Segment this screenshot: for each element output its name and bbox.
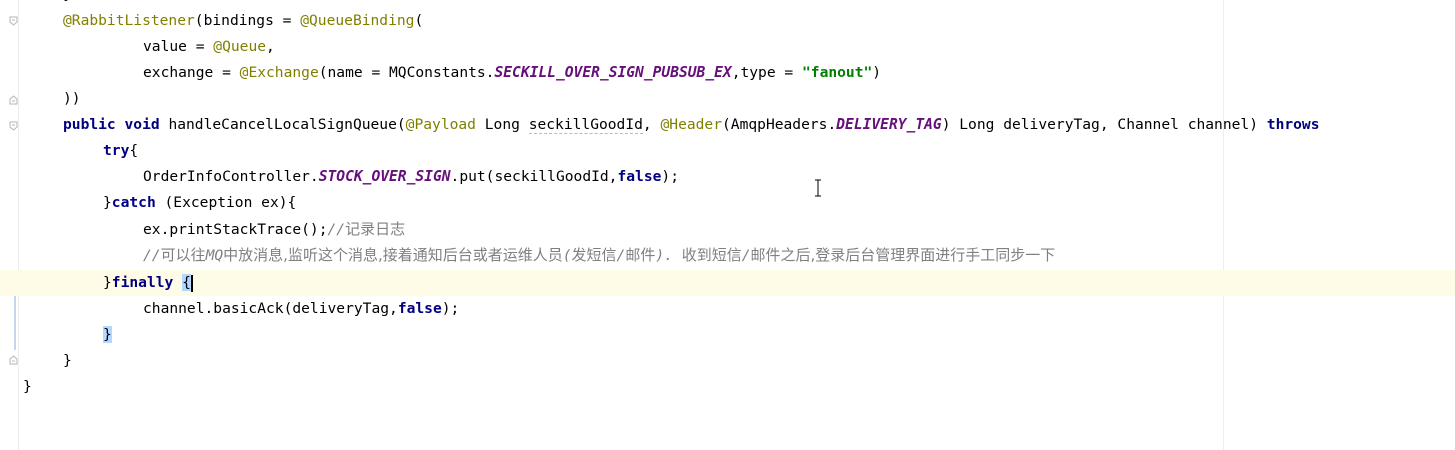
code-token: catch — [111, 194, 165, 211]
code-token: ( — [414, 12, 424, 29]
text-cursor-ibeam-icon — [815, 179, 821, 197]
code-token: try — [103, 142, 130, 159]
code-line-content: @RabbitListener(bindings = @QueueBinding… — [63, 8, 423, 34]
code-token: channel.basicAck(deliveryTag, — [143, 300, 398, 317]
code-token: 发短信 — [571, 246, 617, 264]
code-token: exchange = — [143, 64, 240, 81]
code-line[interactable]: //可以往MQ中放消息,监听这个消息,接着通知后台或者运维人员(发短信/邮件).… — [0, 242, 1455, 268]
code-line[interactable]: public void handleCancelLocalSignQueue(@… — [0, 112, 1455, 138]
code-line-content: value = @Queue, — [143, 34, 275, 60]
code-line[interactable]: try{ — [0, 138, 1455, 164]
code-token: false — [397, 300, 442, 317]
code-line[interactable]: }finally { — [0, 270, 1455, 296]
code-token: ) Long deliveryTag, Channel channel) — [941, 116, 1267, 133]
code-token: seckillGoodId — [528, 116, 643, 134]
code-token: 可以往 — [160, 246, 206, 264]
code-line-content: }finally { — [103, 270, 193, 296]
code-line-content: } — [63, 0, 72, 8]
code-line-content: } — [63, 348, 72, 374]
code-token: ,type = — [731, 64, 802, 81]
code-token: false — [617, 168, 662, 185]
code-line[interactable]: OrderInfoController.STOCK_OVER_SIGN.put(… — [0, 164, 1455, 190]
code-line[interactable]: ex.printStackTrace();//记录日志 — [0, 216, 1455, 242]
code-token: @QueueBinding — [300, 12, 415, 29]
code-token: ); — [441, 300, 460, 317]
code-token: , — [266, 38, 275, 55]
code-token: (bindings = — [194, 12, 301, 29]
code-line[interactable]: exchange = @Exchange(name = MQConstants.… — [0, 60, 1455, 86]
code-token: MQ — [205, 247, 224, 264]
code-token: 收到短信 — [681, 246, 742, 264]
code-line-content: OrderInfoController.STOCK_OVER_SIGN.put(… — [143, 164, 679, 190]
code-token: DELIVERY_TAG — [836, 116, 942, 133]
code-token: ); — [661, 168, 679, 185]
code-token: throws — [1266, 116, 1320, 133]
code-token: { — [129, 142, 139, 159]
code-token: STOCK_OVER_SIGN — [318, 168, 451, 185]
code-line[interactable]: } — [0, 348, 1455, 374]
code-token: (Exception ex){ — [164, 194, 297, 211]
code-line-content: exchange = @Exchange(name = MQConstants.… — [143, 60, 881, 86]
code-token: handleCancelLocalSignQueue( — [168, 116, 406, 133]
code-line-content: ex.printStackTrace();//记录日志 — [143, 216, 405, 243]
code-line-content: } — [103, 322, 112, 348]
code-token: public void — [63, 116, 169, 133]
code-token: } — [103, 274, 112, 291]
code-line-content: } — [23, 374, 32, 400]
code-token: Long — [475, 116, 529, 133]
code-token: 邮件之后,登录后台管理界面进行手工同步一下 — [750, 246, 1056, 264]
code-token: // — [143, 247, 161, 264]
code-token: } — [23, 378, 32, 395]
code-line[interactable]: )) — [0, 86, 1455, 112]
code-line[interactable]: } — [0, 322, 1455, 348]
code-line[interactable]: } — [0, 0, 1455, 8]
code-token: @Payload — [405, 116, 476, 133]
code-token: @Header — [660, 116, 723, 133]
code-token: { — [182, 274, 191, 291]
code-token: SECKILL_OVER_SIGN_PUBSUB_EX — [494, 64, 732, 81]
code-token: .put(seckillGoodId, — [450, 168, 618, 185]
code-token: 邮件 — [625, 246, 656, 264]
code-token: @RabbitListener — [63, 12, 195, 29]
code-token: 记录日志 — [345, 220, 406, 238]
code-token: } — [63, 352, 72, 369]
code-token: )) — [63, 90, 81, 107]
code-line-content: }catch (Exception ex){ — [103, 190, 296, 216]
code-token: (name = MQConstants. — [318, 64, 495, 81]
code-token: } — [63, 0, 72, 3]
text-caret — [190, 274, 193, 292]
code-line-content: )) — [63, 86, 81, 112]
code-line[interactable]: @RabbitListener(bindings = @QueueBinding… — [0, 8, 1455, 34]
code-token: / — [741, 247, 751, 264]
code-token: ( — [562, 247, 572, 264]
code-token: } — [103, 194, 112, 211]
code-line-content: //可以往MQ中放消息,监听这个消息,接着通知后台或者运维人员(发短信/邮件).… — [143, 242, 1055, 269]
code-token: @Exchange — [239, 64, 319, 81]
code-token: value = — [143, 38, 214, 55]
code-token: / — [616, 247, 626, 264]
code-token: , — [642, 116, 661, 133]
code-token: ). — [655, 247, 682, 264]
code-line[interactable]: } — [0, 374, 1455, 400]
code-token: (AmqpHeaders. — [722, 116, 837, 133]
code-token: "fanout" — [802, 64, 873, 81]
code-token: finally — [111, 274, 183, 291]
code-token: OrderInfoController. — [143, 168, 319, 185]
code-line-content: channel.basicAck(deliveryTag,false); — [143, 296, 459, 322]
code-token: // — [327, 221, 346, 238]
code-line[interactable]: value = @Queue, — [0, 34, 1455, 60]
code-token: ex.printStackTrace(); — [143, 221, 328, 238]
code-token: } — [103, 326, 112, 343]
code-line[interactable]: }catch (Exception ex){ — [0, 190, 1455, 216]
code-token: ) — [872, 64, 882, 81]
code-line-content: public void handleCancelLocalSignQueue(@… — [63, 112, 1320, 138]
code-token: @Queue — [213, 38, 267, 55]
code-line[interactable]: channel.basicAck(deliveryTag,false); — [0, 296, 1455, 322]
code-token: 中放消息,监听这个消息,接着通知后台或者运维人员 — [223, 246, 563, 264]
code-line-content: try{ — [103, 138, 138, 164]
